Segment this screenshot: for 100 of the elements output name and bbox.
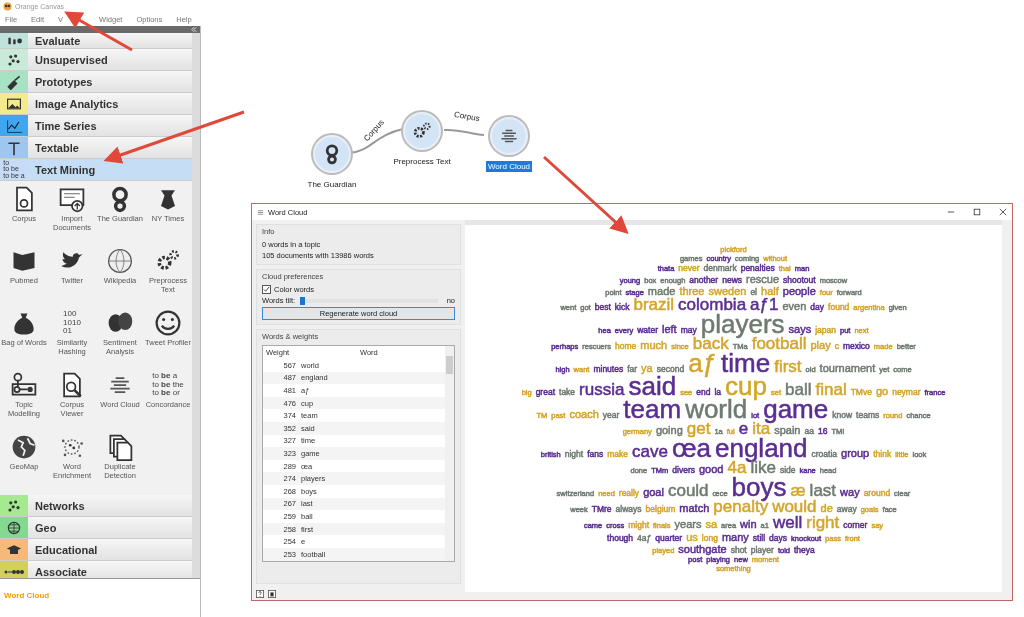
cloud-word: minutes xyxy=(593,363,624,374)
cloud-word: cup xyxy=(725,374,767,398)
close-icon[interactable] xyxy=(999,208,1007,216)
cloud-word: player xyxy=(750,544,774,555)
cloud-word: much xyxy=(640,338,668,351)
cloud-word: found xyxy=(828,301,850,312)
cloud-word: rescue xyxy=(746,272,780,285)
widget-node[interactable] xyxy=(403,112,441,150)
collapse-icon[interactable] xyxy=(191,27,197,32)
cloud-word: would xyxy=(772,498,817,515)
cloud-word: sa xyxy=(705,517,718,530)
cloud-word: shootout xyxy=(783,274,816,285)
help-icon[interactable] xyxy=(256,590,264,598)
cloud-word: spain xyxy=(774,423,801,436)
cloud-word: win xyxy=(740,517,757,530)
cloud-word: theya xyxy=(794,544,815,555)
link-label: Corpus xyxy=(453,109,481,124)
cloud-word: side xyxy=(779,464,796,475)
cloud-word: half xyxy=(761,284,779,297)
cloud-word: TMre xyxy=(591,503,612,514)
cloud-word: group xyxy=(841,446,870,459)
cloud-word: water xyxy=(637,324,658,335)
cloud-word: team xyxy=(623,397,682,421)
widget-node[interactable] xyxy=(313,135,351,173)
cloud-word: croatia xyxy=(811,448,838,459)
app-icon xyxy=(3,1,12,11)
slider-thumb[interactable] xyxy=(300,296,306,305)
window-icon xyxy=(257,208,264,216)
cloud-word: time xyxy=(721,351,771,375)
cloud-word: many xyxy=(721,530,749,543)
cloud-word: corner xyxy=(843,519,868,530)
cloud-word: second xyxy=(656,363,685,374)
node-label[interactable]: Word Cloud xyxy=(485,161,533,172)
category-tab[interactable]: Evaluate xyxy=(0,33,192,49)
maximize-icon[interactable] xyxy=(973,208,981,216)
cloud-word: russia xyxy=(579,381,625,398)
cloud-word: 16 xyxy=(817,425,828,436)
cloud-word: penalties xyxy=(740,262,775,273)
cloud-word: belgium xyxy=(645,503,676,514)
category-tab[interactable]: Educational xyxy=(0,539,192,561)
cloud-word: colombia xyxy=(678,296,747,313)
cloud-word: TMve xyxy=(850,386,872,397)
category-tab[interactable]: Associate xyxy=(0,561,192,578)
cloud-word: well xyxy=(772,514,803,531)
icon-text: to be a to be the to be or xyxy=(152,371,184,399)
cloud-word: three xyxy=(679,284,705,297)
cloud-word: brazil xyxy=(633,296,675,313)
cloud-word: teams xyxy=(856,409,880,420)
cloud-word: made xyxy=(647,284,676,297)
link-curve xyxy=(443,128,485,137)
cloud-word: england xyxy=(715,436,808,460)
cloud-word: best xyxy=(594,301,611,312)
cloud-word: still xyxy=(752,532,766,543)
cloud-word: denmark xyxy=(703,262,737,273)
cloud-word: make xyxy=(607,448,629,459)
cloud-word: around xyxy=(863,487,891,498)
cloud-word: cave xyxy=(632,443,668,460)
cloud-word: el xyxy=(750,286,757,297)
category-tab[interactable]: Networks xyxy=(0,495,192,517)
category-tab[interactable]: Textable xyxy=(0,137,192,159)
category-tab[interactable]: Image Analytics xyxy=(0,93,192,115)
cloud-word: quarter xyxy=(655,532,683,543)
node-label[interactable]: The Guardian xyxy=(305,179,359,190)
cloud-word: world xyxy=(685,397,748,421)
cloud-word: right xyxy=(806,514,840,531)
report-icon[interactable] xyxy=(268,590,276,598)
cloud-word: e xyxy=(738,420,749,437)
cloud-word: goal xyxy=(643,485,664,498)
nodes-icon xyxy=(10,371,38,399)
cloud-word: divers xyxy=(672,464,695,475)
scrollbar[interactable] xyxy=(445,346,454,561)
cloud-word: news xyxy=(722,274,743,285)
cloud-word: japan xyxy=(815,324,836,335)
cloud-word: players xyxy=(700,312,785,336)
cloud-word: another xyxy=(689,274,719,285)
category-tab[interactable]: Time Series xyxy=(0,115,192,137)
cloud-word: coach xyxy=(569,407,599,420)
slider-track[interactable] xyxy=(300,298,438,303)
cloud-word: long xyxy=(701,532,718,543)
cloud-word: year xyxy=(602,409,620,420)
cloud-word: take xyxy=(559,386,576,397)
cloud-word: match xyxy=(679,501,710,514)
category-tab[interactable]: Geo xyxy=(0,517,192,539)
cloud-word: think xyxy=(873,448,892,459)
cloud-word: ya xyxy=(641,361,653,374)
category-tab[interactable]: Prototypes xyxy=(0,71,192,93)
cloud-word: could xyxy=(667,482,709,499)
category-tab[interactable]: Unsupervised xyxy=(0,49,192,71)
help-title: Word Cloud xyxy=(4,591,50,600)
checkbox[interactable] xyxy=(262,285,271,294)
node-label[interactable]: Preprocess Text xyxy=(391,156,453,167)
cloud-word: days xyxy=(769,532,788,543)
widget-node[interactable] xyxy=(490,117,528,155)
cloud-word: always xyxy=(615,503,642,514)
cloud-word: never xyxy=(678,262,700,273)
cloud-word: may xyxy=(680,324,697,335)
cloud-word: good xyxy=(699,462,724,475)
globe-icon xyxy=(106,247,134,275)
cloud-word: southgate xyxy=(678,542,727,555)
cloud-word: people xyxy=(782,284,816,297)
